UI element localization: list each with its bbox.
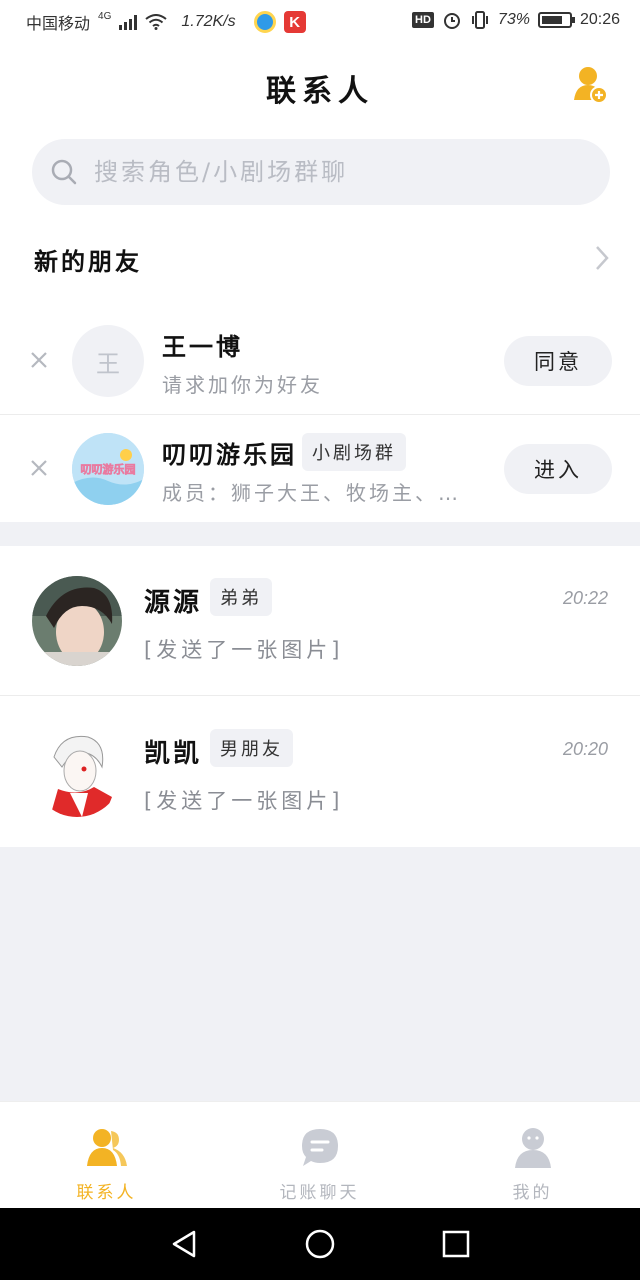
close-icon[interactable] (28, 457, 50, 479)
group-avatar: 叨叨游乐园 (72, 433, 144, 505)
system-nav-bar (0, 1208, 640, 1280)
group-type-tag: 小剧场群 (302, 433, 406, 471)
status-right: HD 73% 20:26 (412, 10, 620, 30)
battery-icon (537, 12, 575, 28)
tab-contacts[interactable]: 联系人 (0, 1102, 213, 1209)
back-icon[interactable] (166, 1226, 202, 1262)
tab-chat[interactable]: 记账聊天 (213, 1102, 426, 1209)
wifi-icon (145, 14, 167, 30)
chat-list-item[interactable]: 源源 弟弟 20:22 [发送了一张图片] (0, 546, 640, 696)
group-avatar-image: 叨叨游乐园 (72, 433, 144, 505)
message-preview: [发送了一张图片] (144, 789, 344, 813)
bottom-tab-bar: 联系人 记账聊天 我的 (0, 1101, 640, 1208)
clock: 20:26 (579, 11, 620, 28)
hd-badge: HD (412, 12, 434, 28)
message-preview: [发送了一张图片] (144, 638, 344, 662)
alarm-icon (443, 13, 460, 29)
tab-label: 我的 (512, 1183, 553, 1203)
new-friends-row[interactable]: 新的朋友 (0, 220, 640, 296)
section-divider (0, 522, 640, 546)
profile-icon (514, 1128, 551, 1168)
empty-area (0, 847, 640, 1101)
request-message: 请求加你为好友 (162, 373, 323, 397)
search-input[interactable] (92, 157, 552, 187)
battery-percent: 73% (497, 11, 530, 28)
tab-label: 记账聊天 (279, 1183, 360, 1203)
vibrate-icon (471, 11, 488, 29)
enter-button[interactable]: 进入 (504, 444, 612, 494)
avatar (32, 727, 122, 817)
music-app-icon (253, 11, 276, 33)
search-icon (51, 159, 77, 185)
relationship-tag: 男朋友 (210, 729, 293, 767)
close-icon[interactable] (28, 349, 50, 371)
k-app-icon: K (283, 11, 306, 33)
net-speed: 1.72K/s (181, 13, 236, 30)
avatar (32, 576, 122, 666)
add-contact-icon[interactable] (574, 66, 608, 104)
contact-name: 源源 (144, 588, 203, 618)
signal-icon (119, 14, 138, 30)
message-time: 20:22 (562, 588, 608, 608)
status-left: 中国移动 4G 1.72K/s K (26, 10, 306, 34)
recent-apps-icon[interactable] (438, 1226, 474, 1262)
relationship-tag: 弟弟 (210, 578, 272, 616)
contact-name: 凯凯 (144, 739, 203, 769)
group-avatar-text: 叨叨游乐园 (81, 462, 136, 476)
chat-list-item[interactable]: 凯凯 男朋友 20:20 [发送了一张图片] (0, 697, 640, 847)
search-bar[interactable] (32, 139, 610, 205)
tab-label: 联系人 (76, 1183, 137, 1203)
chat-bubble-icon (301, 1129, 338, 1166)
status-bar: 中国移动 4G 1.72K/s K HD 73% 20:26 (0, 0, 640, 44)
group-name: 叨叨游乐园 (162, 441, 297, 469)
tab-profile[interactable]: 我的 (426, 1102, 639, 1209)
friend-request-row: 王 王一博 请求加你为好友 同意 (0, 307, 640, 415)
page-header: 联系人 (0, 44, 640, 132)
new-friends-label: 新的朋友 (34, 248, 142, 276)
accept-button[interactable]: 同意 (504, 336, 612, 386)
contacts-icon (86, 1129, 127, 1166)
avatar: 王 (72, 325, 144, 397)
home-icon[interactable] (302, 1226, 338, 1262)
network-type: 4G (98, 10, 112, 22)
requester-name: 王一博 (162, 333, 243, 361)
group-invite-row: 叨叨游乐园 叨叨游乐园 小剧场群 成员：狮子大王、牧场主、… 进入 (0, 415, 640, 523)
page-title: 联系人 (266, 74, 374, 109)
message-time: 20:20 (562, 739, 608, 759)
carrier-label: 中国移动 (26, 16, 91, 33)
group-members: 成员：狮子大王、牧场主、… (162, 481, 461, 505)
chevron-right-icon (596, 246, 609, 270)
